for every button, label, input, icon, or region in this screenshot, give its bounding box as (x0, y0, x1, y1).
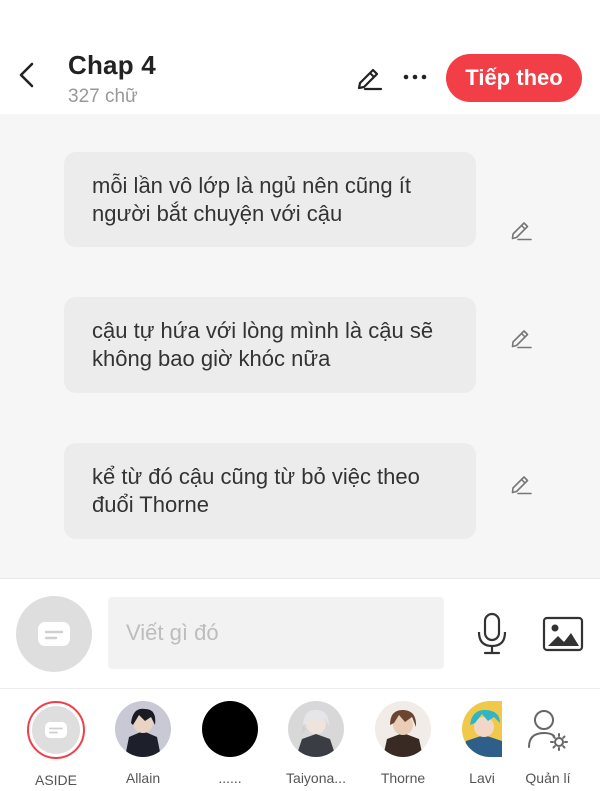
more-options-button[interactable] (398, 60, 432, 94)
message-bubble[interactable]: kể từ đó cậu cũng từ bỏ việc theo đuổi T… (64, 443, 476, 539)
edit-message-button[interactable] (504, 320, 538, 354)
character-allain[interactable]: Allain (103, 701, 183, 786)
pencil-icon (511, 330, 532, 349)
avatar (375, 701, 431, 757)
character-name: Taiyona... (286, 770, 346, 786)
edit-message-button[interactable] (504, 212, 538, 246)
composer-bar (0, 578, 600, 688)
avatar (27, 701, 85, 759)
edit-message-button[interactable] (504, 466, 538, 500)
chevron-left-icon (19, 62, 34, 88)
pencil-icon (511, 476, 532, 495)
pencil-icon (511, 222, 532, 241)
pencil-icon (357, 68, 383, 91)
character-name: ASIDE (34, 772, 77, 788)
message-bubble[interactable]: cậu tự hứa với lòng mình là cậu sẽ không… (64, 297, 476, 393)
aside-mode-button[interactable] (16, 596, 92, 672)
next-chapter-button[interactable]: Tiếp theo (446, 54, 582, 102)
chapter-title: Chap 4 (68, 50, 156, 80)
insert-image-button[interactable] (540, 611, 586, 657)
character-unnamed[interactable]: ...... (190, 701, 270, 786)
voice-input-button[interactable] (470, 611, 514, 657)
character-name: Allain (125, 770, 161, 786)
message-bubble[interactable]: mỗi lần vô lớp là ngủ nên cũng ít người … (64, 152, 476, 247)
image-icon (542, 616, 584, 652)
message-input[interactable] (108, 597, 444, 669)
word-count: 327 chữ (68, 86, 138, 107)
character-taiyona[interactable]: Taiyona... (276, 701, 356, 786)
character-thorne[interactable]: Thorne (363, 701, 443, 786)
chat-bubble-icon (38, 622, 70, 646)
story-content[interactable]: mỗi lần vô lớp là ngủ nên cũng ít người … (0, 114, 600, 578)
chat-bubble-icon (45, 722, 67, 738)
character-bar: ASIDE Allain ...... Taiyona... Thorne La… (0, 688, 600, 791)
more-horizontal-icon (403, 74, 427, 80)
back-button[interactable] (10, 58, 44, 92)
avatar (288, 701, 344, 757)
manage-characters-button[interactable]: Quản lí (508, 701, 588, 786)
edit-chapter-button[interactable] (352, 60, 386, 94)
character-aside[interactable]: ASIDE (16, 701, 96, 788)
character-name: Thorne (380, 770, 426, 786)
manage-user-icon (520, 701, 576, 757)
character-name: Quản lí (525, 770, 571, 786)
avatar (462, 701, 502, 757)
microphone-icon (477, 612, 507, 655)
avatar (202, 701, 258, 757)
top-bar: Chap 4 327 chữ Tiếp theo (0, 0, 600, 114)
avatar (115, 701, 171, 757)
character-name: ...... (218, 770, 242, 786)
